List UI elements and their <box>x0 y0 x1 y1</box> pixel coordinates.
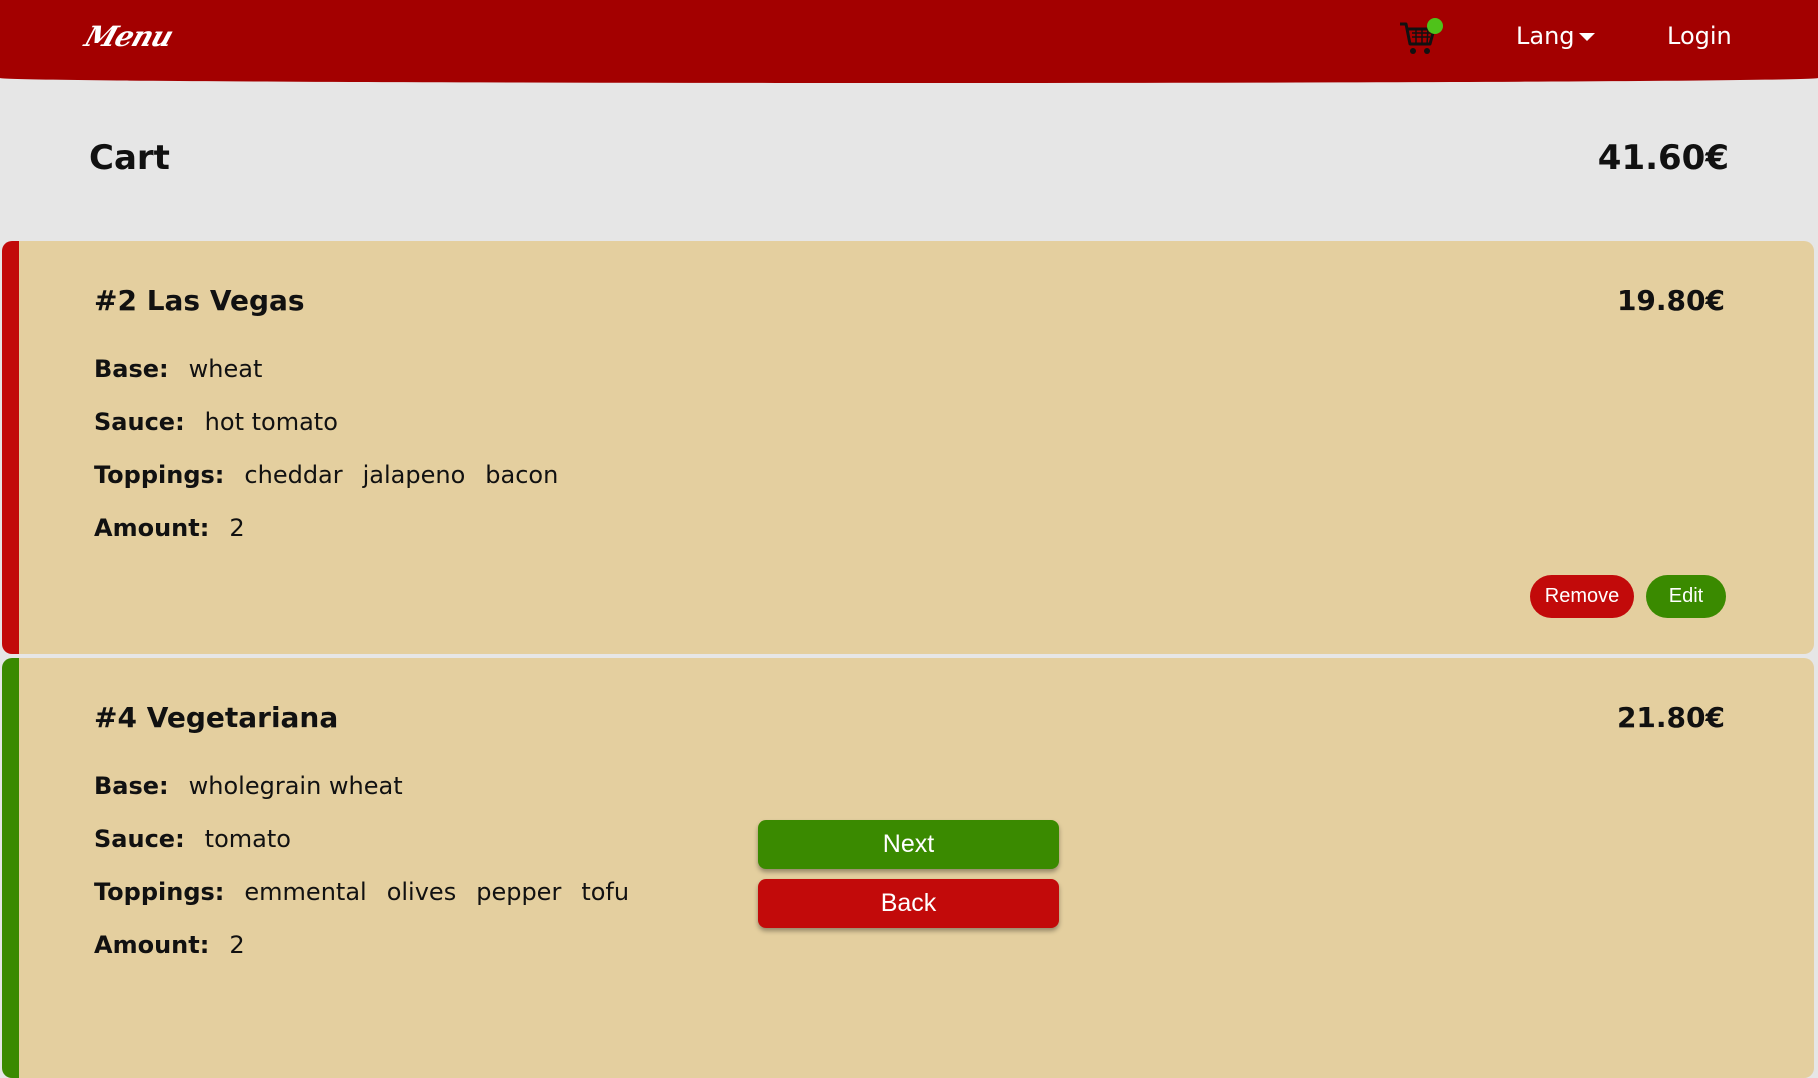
top-navbar: Menu Lang Login <box>0 0 1818 83</box>
base-value: wheat <box>188 355 263 383</box>
base-label: Base: <box>94 355 169 383</box>
chevron-down-icon <box>1578 33 1595 41</box>
cart-item: #2 Las Vegas 19.80€ Base: wheat Sauce: hot… <box>2 241 1814 654</box>
login-link[interactable]: Login <box>1667 22 1732 50</box>
sauce-label: Sauce: <box>94 825 185 853</box>
menu-logo[interactable]: Menu <box>81 20 177 53</box>
item-amount-row: Amount: 2 <box>94 931 265 959</box>
item-price: 21.80€ <box>1616 701 1725 734</box>
amount-value: 2 <box>229 931 245 959</box>
item-toppings-row: Toppings: cheddar jalapeno bacon <box>94 461 578 489</box>
back-button[interactable]: Back <box>758 879 1059 928</box>
item-sauce-row: Sauce: hot tomato <box>94 408 358 436</box>
item-base-row: Base: wholegrain wheat <box>94 772 423 800</box>
topping: pepper <box>476 878 562 906</box>
sauce-label: Sauce: <box>94 408 185 436</box>
cart-total-price: 41.60€ <box>1597 138 1729 178</box>
sauce-value: hot tomato <box>204 408 338 436</box>
sauce-value: tomato <box>204 825 291 853</box>
item-base-row: Base: wheat <box>94 355 282 383</box>
page-title: Cart <box>89 138 170 178</box>
language-label: Lang <box>1516 22 1575 50</box>
cart-button[interactable] <box>1398 18 1444 58</box>
item-name: #4 Vegetariana <box>94 701 339 734</box>
item-price: 19.80€ <box>1616 284 1725 317</box>
topping: bacon <box>485 461 559 489</box>
topping: cheddar <box>244 461 343 489</box>
topping: emmental <box>244 878 367 906</box>
amount-value: 2 <box>229 514 245 542</box>
toppings-label: Toppings: <box>94 878 225 906</box>
edit-button[interactable]: Edit <box>1646 575 1726 618</box>
topping: olives <box>386 878 457 906</box>
toppings-label: Toppings: <box>94 461 225 489</box>
item-amount-row: Amount: 2 <box>94 514 265 542</box>
item-name: #2 Las Vegas <box>94 284 305 317</box>
language-dropdown[interactable]: Lang <box>1516 22 1595 50</box>
remove-button[interactable]: Remove <box>1530 575 1634 618</box>
item-toppings-row: Toppings: emmental olives pepper tofu <box>94 878 649 906</box>
amount-label: Amount: <box>94 931 210 959</box>
amount-label: Amount: <box>94 514 210 542</box>
topping: jalapeno <box>362 461 466 489</box>
base-value: wholegrain wheat <box>188 772 403 800</box>
next-button[interactable]: Next <box>758 820 1059 869</box>
topping: tofu <box>581 878 630 906</box>
item-sauce-row: Sauce: tomato <box>94 825 311 853</box>
cart-badge <box>1427 18 1443 34</box>
base-label: Base: <box>94 772 169 800</box>
